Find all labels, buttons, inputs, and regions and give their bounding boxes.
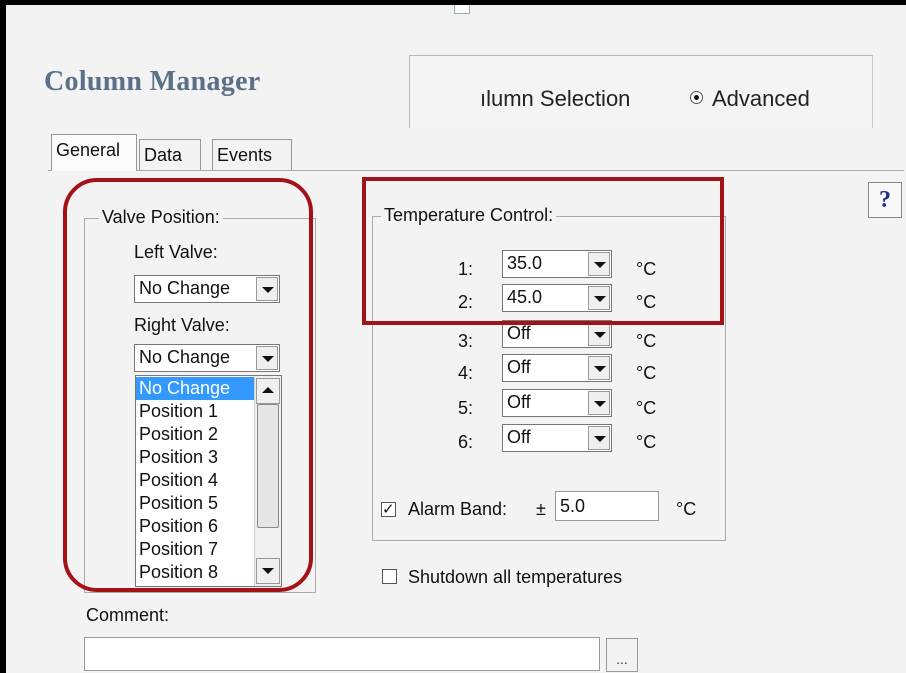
advanced-radio[interactable] [690,91,703,104]
temp-zone-5-dropdown[interactable]: Off [502,389,612,417]
temp-zone-6-value: Off [507,427,531,447]
temp-zone-5-label: 5: [458,398,474,418]
temp-unit: °C [636,398,657,418]
tab-general[interactable]: General [51,134,137,171]
temp-zone-4-value: Off [507,357,531,377]
advanced-label[interactable]: Advanced [712,86,810,112]
chevron-down-icon[interactable] [588,356,610,380]
temp-unit: °C [636,331,657,351]
temp-unit: °C [636,363,657,383]
page-title: Column Manager [44,66,261,97]
alarm-band-label: Alarm Band: [408,499,508,519]
temp-zone-3-label: 3: [458,331,474,351]
chevron-down-icon[interactable] [588,322,610,346]
browse-button[interactable]: ... [606,638,638,672]
temp-zone-4-label: 4: [458,363,474,383]
shutdown-checkbox[interactable] [382,569,397,584]
chevron-down-icon[interactable] [588,391,610,415]
temp-zone-6-dropdown[interactable]: Off [502,424,612,452]
tab-events[interactable]: Events [212,139,292,170]
temp-zone-4-dropdown[interactable]: Off [502,354,612,382]
alarm-band-unit: °C [676,499,697,519]
valve-highlight-outline [63,178,313,592]
alarm-band-input[interactable]: 5.0 [555,491,659,521]
alarm-band-value: 5.0 [560,496,586,516]
temp-zone-6-label: 6: [458,432,474,452]
mode-selection-group: ılumn Selection Advanced [409,55,873,128]
plus-minus-sign: ± [536,499,546,519]
column-selection-label[interactable]: ılumn Selection [480,86,630,112]
temp-zone-5-value: Off [507,392,531,412]
tab-data[interactable]: Data [139,139,201,170]
shutdown-label: Shutdown all temperatures [408,567,623,587]
comment-label: Comment: [86,605,170,625]
temp-unit: °C [636,432,657,452]
alarm-band-checkbox[interactable] [381,500,396,518]
column-manager-dialog: Column Manager ılumn Selection Advanced … [6,5,906,673]
comment-input[interactable] [84,637,600,671]
temperature-highlight-outline [362,177,724,325]
window-edge-marker [454,5,470,14]
chevron-down-icon[interactable] [588,426,610,450]
temp-zone-3-value: Off [507,323,531,343]
